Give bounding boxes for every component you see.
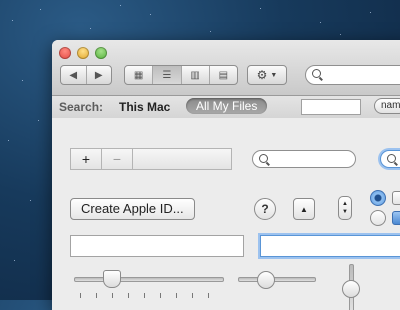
slider-track[interactable]: [238, 277, 316, 282]
back-forward-control: ◀ ▶: [60, 65, 112, 85]
column-view-button[interactable]: ▥: [182, 66, 210, 84]
coverflow-icon: ▤: [218, 69, 229, 81]
help-button[interactable]: ?: [254, 198, 276, 220]
radio-unselected[interactable]: [370, 210, 386, 226]
search-field[interactable]: [252, 150, 356, 168]
back-button[interactable]: ◀: [61, 66, 87, 84]
toolbar: ◀ ▶ ▦ ☰ ▥ ▤ ⚙ ▼: [52, 40, 400, 96]
forward-arrow-icon: ▶: [94, 69, 103, 81]
checkbox-checked[interactable]: [392, 211, 400, 225]
list-icon: ☰: [162, 69, 172, 81]
checkbox-unchecked[interactable]: [392, 191, 400, 205]
text-field-focused[interactable]: [260, 235, 400, 257]
ticked-slider-knob[interactable]: [103, 270, 121, 288]
vertical-slider-knob[interactable]: [342, 280, 360, 298]
back-arrow-icon: ◀: [69, 69, 78, 81]
view-mode-control: ▦ ☰ ▥ ▤: [124, 65, 238, 85]
columns-icon: ▥: [190, 69, 200, 81]
icon-view-button[interactable]: ▦: [125, 66, 154, 84]
zoom-button[interactable]: [95, 47, 107, 59]
scope-name-button[interactable]: nam: [374, 98, 400, 114]
controls-area: + − Create Apple ID... ? ▲ ▲ ▼: [52, 118, 400, 310]
scope-this-mac[interactable]: This Mac: [119, 100, 170, 114]
window-controls: [59, 47, 107, 59]
stepper-up-icon[interactable]: ▲: [342, 200, 348, 208]
search-scope-bar: Search: This Mac All My Files nam: [52, 96, 400, 119]
stepper-down-icon[interactable]: ▼: [342, 208, 348, 216]
minimize-button[interactable]: [77, 47, 89, 59]
grid-icon: ▦: [133, 69, 144, 81]
scope-label: Search:: [59, 100, 104, 114]
finder-window: ◀ ▶ ▦ ☰ ▥ ▤ ⚙ ▼ Search: This Mac All My …: [52, 40, 400, 310]
create-apple-id-button[interactable]: Create Apple ID...: [70, 198, 195, 220]
close-button[interactable]: [59, 47, 71, 59]
help-icon: ?: [261, 202, 269, 216]
text-field[interactable]: [70, 235, 244, 257]
add-remove-control: + −: [70, 148, 232, 170]
remove-button[interactable]: −: [102, 149, 133, 169]
scope-text-field[interactable]: [301, 99, 361, 115]
search-icon: [259, 154, 268, 163]
stepper[interactable]: ▲ ▼: [338, 196, 352, 220]
triangle-up-icon: ▲: [300, 204, 308, 214]
scope-all-my-files[interactable]: All My Files: [186, 98, 268, 114]
chevron-down-icon: ▼: [270, 71, 278, 79]
ticked-slider-track[interactable]: [74, 277, 224, 282]
slider-knob[interactable]: [257, 271, 275, 289]
gear-icon: ⚙: [256, 68, 268, 82]
disclosure-button[interactable]: ▲: [293, 198, 315, 220]
action-menu-button[interactable]: ⚙ ▼: [247, 65, 287, 85]
search-icon: [312, 69, 321, 78]
radio-selected[interactable]: [370, 190, 386, 206]
coverflow-view-button[interactable]: ▤: [210, 66, 237, 84]
toolbar-search-field[interactable]: [305, 65, 400, 85]
search-field-focused[interactable]: [380, 150, 400, 168]
forward-button[interactable]: ▶: [87, 66, 112, 84]
search-icon: [387, 154, 396, 163]
list-view-button[interactable]: ☰: [153, 66, 182, 84]
add-button[interactable]: +: [71, 149, 102, 169]
